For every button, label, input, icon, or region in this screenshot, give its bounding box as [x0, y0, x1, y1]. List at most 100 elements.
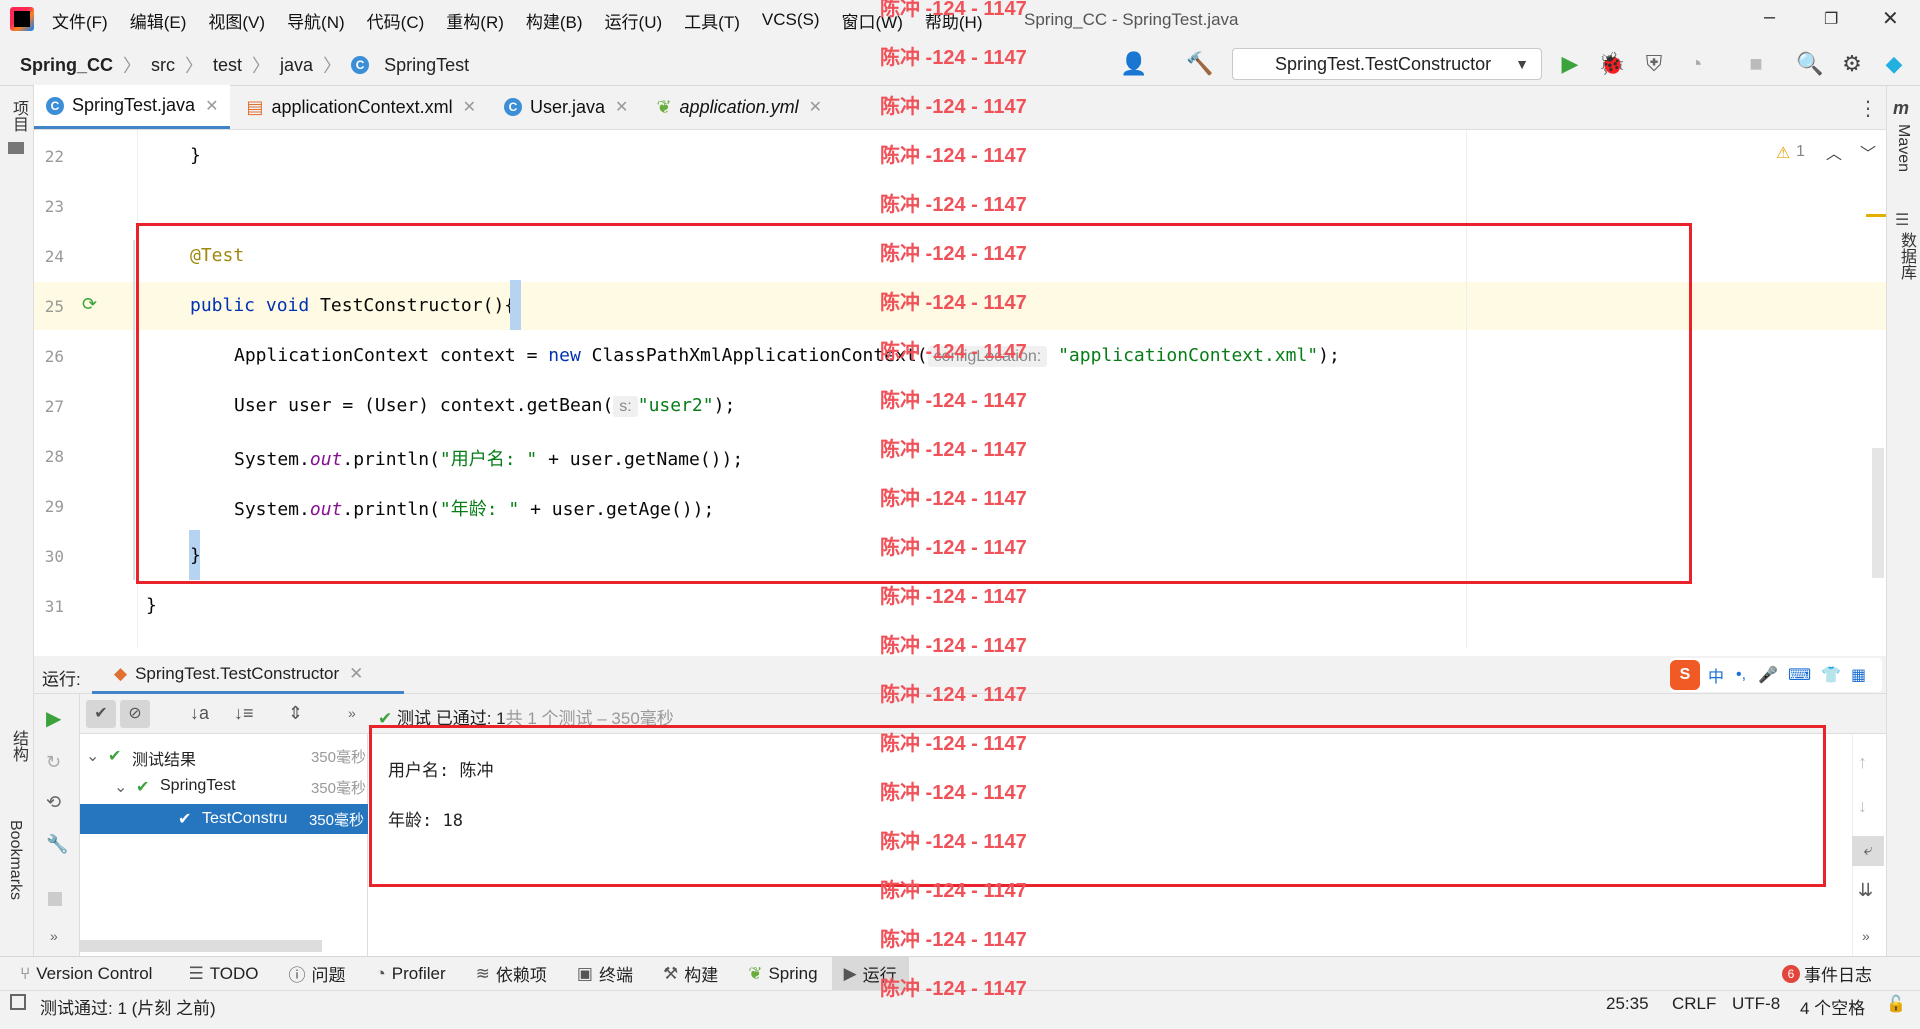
plugin-icon[interactable]: ◆ [1880, 50, 1908, 78]
microphone-icon[interactable]: 🎤 [1758, 665, 1778, 685]
tool-event-log[interactable]: 6 事件日志 [1782, 961, 1872, 986]
more-icon[interactable]: » [348, 705, 356, 721]
menu-item[interactable]: 工具(T) [684, 8, 740, 33]
punctuation-icon[interactable]: •, [1736, 666, 1746, 684]
warning-icon[interactable]: ⚠ [1776, 143, 1790, 163]
previous-highlight-icon[interactable]: ︿ [1826, 140, 1842, 164]
restore-icon[interactable]: ❐ [1824, 9, 1838, 29]
up-arrow-icon[interactable]: ↑ [1858, 752, 1867, 773]
tree-row-results[interactable]: ⌄ ✔ 测试结果 350毫秒 [86, 746, 366, 770]
sort-alpha-icon[interactable]: ↓a [190, 703, 209, 724]
more-icon[interactable]: » [1862, 928, 1870, 944]
tab-application-yml[interactable]: ❦ application.yml ✕ [644, 85, 834, 129]
tab-user-java[interactable]: C User.java ✕ [492, 85, 640, 129]
stop-icon[interactable]: ■ [1742, 50, 1770, 78]
menu-item[interactable]: 文件(F) [52, 8, 108, 33]
watermark-text: 陈冲 -124 - 1147 [880, 586, 1027, 608]
show-passed-icon[interactable]: ✔ [86, 700, 116, 728]
scroll-to-end-icon[interactable]: ⇊ [1858, 880, 1873, 901]
run-tab[interactable]: ◆ SpringTest.TestConstructor ✕ [92, 656, 404, 694]
database-tool-button[interactable]: 数据库 [1894, 232, 1918, 280]
menu-item[interactable]: 代码(C) [367, 8, 425, 33]
close-tab-icon[interactable]: ✕ [205, 96, 218, 116]
tool-terminal[interactable]: ▣ 终端 [577, 961, 633, 986]
user-icon[interactable]: 👤 [1120, 50, 1148, 78]
menu-item[interactable]: 视图(V) [208, 8, 265, 33]
next-highlight-icon[interactable]: ﹀ [1860, 140, 1876, 164]
close-tab-icon[interactable]: ✕ [809, 97, 822, 117]
structure-tool-button[interactable]: 结构 [6, 730, 30, 762]
tree-row-method[interactable]: ✔ TestConstru 350毫秒 [80, 804, 368, 834]
keyboard-icon[interactable]: ⌨ [1788, 665, 1811, 685]
rerun-failed-icon[interactable]: ↻ [46, 752, 61, 773]
toggle-auto-test-icon[interactable]: ⟲ [46, 792, 61, 813]
caret-position[interactable]: 25:35 [1606, 994, 1649, 1014]
breadcrumb-java[interactable]: java [280, 55, 313, 76]
tool-todo[interactable]: ☰ TODO [188, 964, 258, 984]
more-icon[interactable]: » [50, 928, 58, 944]
close-tab-icon[interactable]: ✕ [615, 97, 628, 117]
tool-dependencies[interactable]: ≋ 依赖项 [476, 961, 547, 986]
tool-spring[interactable]: ❦ Spring [748, 964, 817, 984]
file-encoding[interactable]: UTF-8 [1732, 994, 1780, 1014]
skin-icon[interactable]: 👕 [1821, 665, 1841, 685]
bookmarks-tool-button[interactable]: Bookmarks [6, 820, 24, 900]
wrench-icon[interactable]: 🔧 [46, 834, 68, 855]
watermark-text: 陈冲 -124 - 1147 [880, 978, 1027, 1000]
tool-profiler[interactable]: ◔ Profiler [376, 964, 446, 984]
tree-time: 350毫秒 [310, 780, 366, 797]
menu-item[interactable]: 编辑(E) [130, 8, 187, 33]
soft-wrap-icon[interactable]: ⤶ [1852, 836, 1884, 866]
tool-version-control[interactable]: ⑂ Version Control [20, 964, 152, 984]
menu-item[interactable]: 运行(U) [605, 8, 663, 33]
close-tab-icon[interactable]: ✕ [349, 664, 363, 684]
sort-duration-icon[interactable]: ↓≡ [234, 703, 254, 724]
editor-scrollbar[interactable] [1872, 448, 1884, 578]
rerun-icon[interactable]: ▶ [46, 706, 61, 731]
run-configuration-select[interactable]: SpringTest.TestConstructor ▼ [1232, 48, 1542, 80]
tool-problems[interactable]: ⓘ 问题 [289, 961, 346, 986]
tree-scrollbar[interactable] [80, 940, 322, 952]
minimize-icon[interactable]: – [1764, 6, 1775, 29]
close-tab-icon[interactable]: ✕ [463, 97, 476, 117]
stop-icon[interactable] [48, 892, 62, 906]
tree-row-class[interactable]: ⌄ ✔ SpringTest 350毫秒 [114, 777, 366, 798]
run-test-gutter-icon[interactable]: ⟳ [82, 294, 97, 315]
search-icon[interactable]: 🔍 [1796, 50, 1824, 78]
terminal-icon: ▣ [576, 963, 593, 983]
breadcrumb-test[interactable]: test [213, 55, 242, 76]
breadcrumb-src[interactable]: src [151, 55, 175, 76]
breadcrumb-file[interactable]: SpringTest [384, 55, 469, 76]
menu-item[interactable]: VCS(S) [762, 10, 820, 30]
close-icon[interactable]: ✕ [1882, 6, 1899, 31]
ime-language[interactable]: 中 [1708, 663, 1724, 687]
down-arrow-icon[interactable]: ↓ [1858, 796, 1867, 817]
status-message[interactable]: 测试通过: 1 (片刻 之前) [40, 994, 216, 1019]
menu-item[interactable]: 构建(B) [526, 8, 583, 33]
more-tabs-icon[interactable]: ⋮ [1858, 96, 1878, 121]
project-tool-button[interactable]: 项目 [6, 100, 30, 132]
tool-build[interactable]: ⚒ 构建 [663, 961, 718, 986]
menu-item[interactable]: 导航(N) [287, 8, 345, 33]
apps-grid-icon[interactable]: ▦ [1851, 665, 1866, 685]
settings-gear-icon[interactable]: ⚙ [1838, 50, 1866, 78]
run-icon[interactable]: ▶ [1556, 50, 1584, 78]
watermark-text: 陈冲 -124 - 1147 [880, 194, 1027, 216]
coverage-icon[interactable]: ⛨ [1640, 50, 1668, 78]
expand-all-icon[interactable]: ⇕ [288, 703, 303, 724]
profile-icon[interactable]: ◔ [1682, 50, 1710, 78]
watermark-text: 陈冲 -124 - 1147 [880, 684, 1027, 706]
tab-springtest-java[interactable]: C SpringTest.java ✕ [34, 85, 231, 129]
tool-label: Version Control [36, 963, 153, 983]
menu-item[interactable]: 重构(R) [446, 8, 504, 33]
maven-tool-button[interactable]: Maven [1894, 124, 1912, 172]
show-ignored-icon[interactable]: ⊘ [120, 700, 150, 728]
build-hammer-icon[interactable]: 🔨 [1186, 50, 1214, 78]
breadcrumb-project[interactable]: Spring_CC [20, 55, 113, 76]
tab-applicationcontext-xml[interactable]: ▤ applicationContext.xml ✕ [234, 85, 488, 129]
panel-toggle-icon[interactable] [10, 994, 26, 1010]
line-separator[interactable]: CRLF [1672, 994, 1716, 1014]
indent-setting[interactable]: 4 个空格 [1800, 994, 1865, 1019]
debug-icon[interactable]: 🐞 [1598, 50, 1626, 78]
lock-icon[interactable]: 🔓 [1886, 994, 1906, 1014]
